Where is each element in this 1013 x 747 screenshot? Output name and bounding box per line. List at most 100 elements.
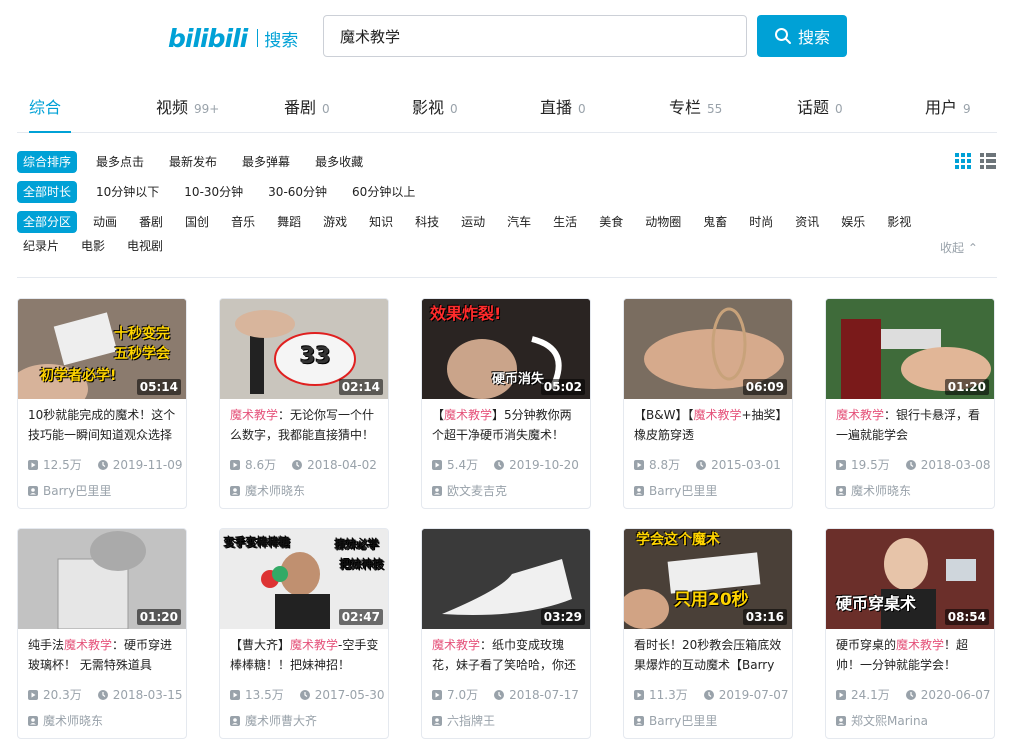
order-most-danmaku[interactable]: 最多弹幕 — [236, 151, 296, 173]
video-duration: 06:09 — [742, 379, 787, 395]
tab-video[interactable]: 视频 99+ — [156, 94, 219, 133]
duration-10-30[interactable]: 10-30分钟 — [178, 181, 249, 203]
zone-item[interactable]: 资讯 — [789, 211, 825, 233]
uploader[interactable]: 六指牌王 — [422, 703, 590, 729]
search-input[interactable]: 魔术教学 — [323, 15, 747, 57]
bilibili-logo[interactable]: bilibili 搜索 — [168, 20, 298, 56]
tab-live[interactable]: 直播 0 — [540, 94, 586, 133]
video-title[interactable]: 【B&W】【魔术教学+抽奖】橡皮筋穿透 — [624, 399, 792, 445]
video-card[interactable]: 06:09 【B&W】【魔术教学+抽奖】橡皮筋穿透 8.8万 2015-03-0… — [623, 298, 793, 509]
video-card[interactable]: 03:29 魔术教学：纸巾变成玫瑰花，妹子看了笑哈哈，你还 7.0万 2018-… — [421, 528, 591, 739]
publish-date: 2019-10-20 — [494, 458, 579, 472]
zone-item[interactable]: 美食 — [593, 211, 629, 233]
zone-item[interactable]: 电影 — [75, 235, 111, 257]
uploader[interactable]: Barry巴里里 — [624, 473, 792, 499]
zone-item[interactable]: 游戏 — [317, 211, 353, 233]
uploader[interactable]: 魔术师曹大齐 — [220, 703, 388, 729]
video-title[interactable]: 10秒就能完成的魔术！这个技巧能一瞬间知道观众选择 — [18, 399, 186, 445]
tab-bangumi[interactable]: 番剧 0 — [284, 94, 330, 133]
video-thumbnail[interactable]: 十秒变完 五秒学会 初学者必学! 05:14 — [18, 299, 186, 399]
video-meta: 8.6万 2018-04-02 — [220, 445, 388, 473]
duration-30-60[interactable]: 30-60分钟 — [262, 181, 333, 203]
uploader[interactable]: Barry巴里里 — [624, 703, 792, 729]
order-most-clicks[interactable]: 最多点击 — [90, 151, 150, 173]
video-thumbnail[interactable]: 效果炸裂! 硬币消失 05:02 — [422, 299, 590, 399]
duration-all[interactable]: 全部时长 — [17, 181, 78, 203]
video-meta: 19.5万 2018-03-08 — [826, 445, 994, 473]
zone-item[interactable]: 纪录片 — [17, 235, 65, 257]
uploader-icon — [230, 485, 240, 496]
video-title[interactable]: 硬币穿桌的魔术教学！超帅！一分钟就能学会！ — [826, 629, 994, 675]
search-button[interactable]: 搜索 — [757, 15, 847, 57]
video-thumbnail[interactable]: 学会这个魔术 只用20秒 03:16 — [624, 529, 792, 629]
video-title[interactable]: 【曹大齐】魔术教学-空手变棒棒糖！！把妹神招！ — [220, 629, 388, 675]
uploader[interactable]: 魔术师晓东 — [826, 473, 994, 499]
tab-user[interactable]: 用户 9 — [925, 94, 971, 133]
zone-item[interactable]: 鬼畜 — [697, 211, 733, 233]
zone-item[interactable]: 动物圈 — [639, 211, 687, 233]
zone-item[interactable]: 番剧 — [133, 211, 169, 233]
zone-item[interactable]: 知识 — [363, 211, 399, 233]
video-card[interactable]: 01:20 魔术教学：银行卡悬浮，看一遍就能学会 19.5万 2018-03-0… — [825, 298, 995, 509]
video-card[interactable]: 十秒变完 五秒学会 初学者必学! 05:14 10秒就能完成的魔术！这个技巧能一瞬间… — [17, 298, 187, 509]
zone-item[interactable]: 时尚 — [743, 211, 779, 233]
video-card[interactable]: 学会这个魔术 只用20秒 03:16 看时长！20秒教会压箱底效果爆炸的互动魔术【… — [623, 528, 793, 739]
tab-film[interactable]: 影视 0 — [412, 94, 458, 133]
video-thumbnail[interactable]: 硬币穿桌术 08:54 — [826, 529, 994, 629]
uploader[interactable]: 欧文麦吉克 — [422, 473, 590, 499]
duration-over-60[interactable]: 60分钟以上 — [346, 181, 421, 203]
play-count: 7.0万 — [432, 686, 478, 703]
video-card[interactable]: 效果炸裂! 硬币消失 05:02 【魔术教学】5分钟教你两个超干净硬币消失魔术！ … — [421, 298, 591, 509]
video-meta: 5.4万 2019-10-20 — [422, 445, 590, 473]
search-input-value: 魔术教学 — [340, 27, 401, 46]
order-comprehensive[interactable]: 综合排序 — [17, 151, 78, 173]
video-card[interactable]: 01:20 纯手法魔术教学：硬币穿进玻璃杯！ 无需特殊道具 20.3万 2018… — [17, 528, 187, 739]
zone-item[interactable]: 影视 — [881, 211, 917, 233]
grid-view-icon[interactable] — [955, 153, 971, 169]
zone-item[interactable]: 音乐 — [225, 211, 261, 233]
duration-under-10[interactable]: 10分钟以下 — [90, 181, 165, 203]
list-view-icon[interactable] — [980, 153, 996, 169]
video-thumbnail[interactable]: 变手变棒棒糖 撩妹必学 把妹神技 02:47 — [220, 529, 388, 629]
video-title[interactable]: 【魔术教学】5分钟教你两个超干净硬币消失魔术！ — [422, 399, 590, 445]
tab-topic[interactable]: 话题 0 — [797, 94, 843, 133]
zone-item[interactable]: 娱乐 — [835, 211, 871, 233]
uploader-name: Barry巴里里 — [649, 484, 718, 498]
tab-article[interactable]: 专栏 55 — [669, 94, 722, 133]
zone-item[interactable]: 舞蹈 — [271, 211, 307, 233]
clock-icon — [696, 459, 707, 470]
zone-item[interactable]: 电视剧 — [121, 235, 169, 257]
uploader[interactable]: 魔术师晓东 — [220, 473, 388, 499]
zone-item[interactable]: 国创 — [179, 211, 215, 233]
zone-item[interactable]: 动画 — [87, 211, 123, 233]
video-thumbnail[interactable]: 06:09 — [624, 299, 792, 399]
video-title[interactable]: 魔术教学：银行卡悬浮，看一遍就能学会 — [826, 399, 994, 445]
zone-all[interactable]: 全部分区 — [17, 211, 78, 233]
video-duration: 02:14 — [338, 379, 383, 395]
uploader-icon — [836, 715, 846, 726]
uploader[interactable]: 魔术师晓东 — [18, 703, 186, 729]
collapse-button[interactable]: 收起 ⌃ — [940, 239, 978, 256]
video-card[interactable]: 33 02:14 魔术教学：无论你写一个什么数字，我都能直接猜中！ 8.6万 2… — [219, 298, 389, 509]
video-title[interactable]: 魔术教学：无论你写一个什么数字，我都能直接猜中！ — [220, 399, 388, 445]
zone-item[interactable]: 科技 — [409, 211, 445, 233]
uploader-name: 魔术师曹大齐 — [245, 714, 318, 728]
video-thumbnail[interactable]: 01:20 — [826, 299, 994, 399]
uploader[interactable]: Barry巴里里 — [18, 473, 186, 499]
video-thumbnail[interactable]: 01:20 — [18, 529, 186, 629]
zone-item[interactable]: 汽车 — [501, 211, 537, 233]
video-card[interactable]: 变手变棒棒糖 撩妹必学 把妹神技 02:47 【曹大齐】魔术教学-空手变棒棒糖！！把… — [219, 528, 389, 739]
order-most-favorites[interactable]: 最多收藏 — [309, 151, 369, 173]
video-thumbnail[interactable]: 33 02:14 — [220, 299, 388, 399]
order-newest[interactable]: 最新发布 — [163, 151, 223, 173]
video-card[interactable]: 硬币穿桌术 08:54 硬币穿桌的魔术教学！超帅！一分钟就能学会！ 24.1万 … — [825, 528, 995, 739]
video-title[interactable]: 魔术教学：纸巾变成玫瑰花，妹子看了笑哈哈，你还 — [422, 629, 590, 675]
video-thumbnail[interactable]: 03:29 — [422, 529, 590, 629]
zone-item[interactable]: 运动 — [455, 211, 491, 233]
zone-item[interactable]: 生活 — [547, 211, 583, 233]
video-title[interactable]: 纯手法魔术教学：硬币穿进玻璃杯！ 无需特殊道具 — [18, 629, 186, 675]
uploader[interactable]: 郑文熙Marina — [826, 703, 994, 729]
title-text: 纯手法 — [28, 638, 65, 652]
tab-all[interactable]: 综合 — [29, 94, 71, 133]
video-title[interactable]: 看时长！20秒教会压箱底效果爆炸的互动魔术【Barry — [624, 629, 792, 675]
